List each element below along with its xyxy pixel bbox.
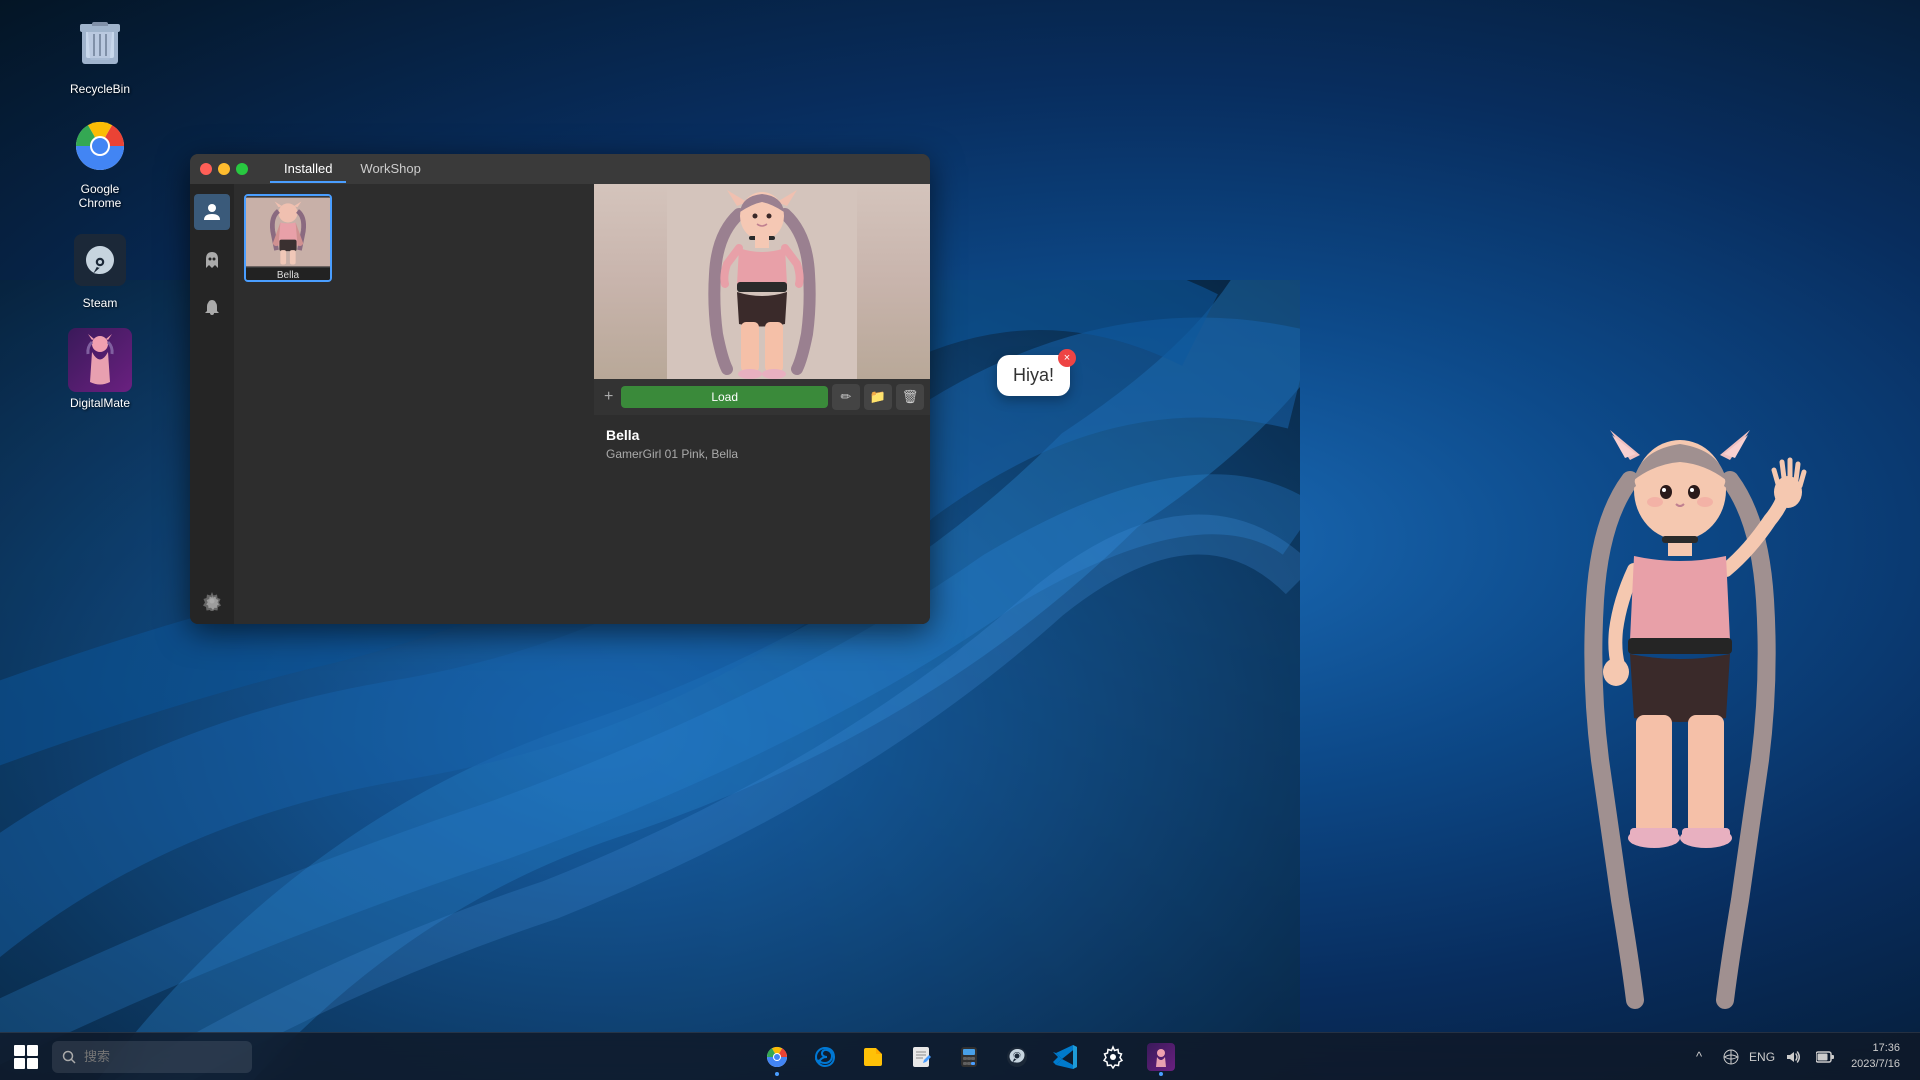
- volume-icon[interactable]: [1779, 1043, 1807, 1071]
- taskbar-app-files[interactable]: [851, 1035, 895, 1079]
- window-body: Bella: [190, 184, 930, 624]
- taskbar-time[interactable]: 17:36 2023/7/16: [1843, 1041, 1908, 1072]
- desktop-icon-recycle-bin[interactable]: RecycleBin: [60, 10, 140, 100]
- windows-logo: [14, 1045, 38, 1069]
- maximize-button[interactable]: [236, 163, 248, 175]
- chrome-icon: [68, 114, 132, 178]
- preview-character-subtitle: GamerGirl 01 Pink, Bella: [606, 447, 918, 461]
- window-titlebar: Installed WorkShop: [190, 154, 930, 184]
- desktop-icon-chrome[interactable]: Google Chrome: [60, 110, 140, 214]
- language-indicator[interactable]: ENG: [1749, 1050, 1775, 1064]
- steam-label: Steam: [83, 296, 118, 310]
- taskbar-app-digitalmate[interactable]: [1139, 1035, 1183, 1079]
- preview-bg: [594, 184, 930, 379]
- preview-panel: + Load ✏ 📁 🗑 Bella GamerGirl 01 Pink, Be…: [594, 184, 930, 624]
- close-button[interactable]: [200, 163, 212, 175]
- network-icon[interactable]: [1717, 1043, 1745, 1071]
- taskbar-search[interactable]: [52, 1041, 252, 1073]
- load-button[interactable]: Load: [621, 386, 828, 408]
- desktop-icon-steam[interactable]: Steam: [60, 224, 140, 314]
- add-button[interactable]: +: [600, 388, 617, 406]
- taskbar-app-chrome[interactable]: [755, 1035, 799, 1079]
- sidebar-icon-settings[interactable]: [194, 588, 230, 624]
- character-card-bella[interactable]: Bella: [244, 194, 332, 282]
- time-display: 17:36: [1872, 1041, 1900, 1056]
- app-window: Installed WorkShop: [190, 154, 930, 624]
- digitalmate-active-dot: [1159, 1072, 1163, 1076]
- delete-button[interactable]: 🗑: [896, 384, 924, 410]
- taskbar-app-calculator[interactable]: [947, 1035, 991, 1079]
- edit-button[interactable]: ✏: [832, 384, 860, 410]
- minimize-button[interactable]: [218, 163, 230, 175]
- digitalmate-icon: [68, 328, 132, 392]
- taskbar: ^ ENG: [0, 1032, 1920, 1080]
- taskbar-app-notepad[interactable]: [899, 1035, 943, 1079]
- desktop-icons: RecycleBin: [60, 10, 140, 414]
- recycle-bin-icon: [68, 14, 132, 78]
- taskbar-app-settings[interactable]: [1091, 1035, 1135, 1079]
- bella-thumbnail: [246, 196, 330, 268]
- search-input[interactable]: [84, 1049, 224, 1064]
- taskbar-app-edge[interactable]: [803, 1035, 847, 1079]
- close-icon: ×: [1064, 352, 1070, 364]
- character-grid: Bella: [234, 184, 594, 624]
- date-display: 2023/7/16: [1851, 1057, 1900, 1072]
- preview-image: [594, 184, 930, 379]
- chrome-active-dot: [775, 1072, 779, 1076]
- chrome-label: Google Chrome: [64, 182, 136, 210]
- taskbar-app-steam[interactable]: [995, 1035, 1039, 1079]
- preview-character-name: Bella: [606, 427, 918, 443]
- desktop: RecycleBin: [0, 0, 1920, 1080]
- desktop-character: [1540, 400, 1820, 1040]
- window-tabs: Installed WorkShop: [270, 156, 435, 183]
- window-sidebar: [190, 184, 234, 624]
- chat-bubble: Hiya! ×: [997, 355, 1070, 396]
- preview-controls: + Load ✏ 📁 🗑: [594, 379, 930, 415]
- sidebar-icon-profile[interactable]: [194, 194, 230, 230]
- taskbar-right: ^ ENG: [1685, 1041, 1920, 1072]
- folder-button[interactable]: 📁: [864, 384, 892, 410]
- recycle-bin-label: RecycleBin: [70, 82, 130, 96]
- taskbar-center: [252, 1035, 1685, 1079]
- digitalmate-label: DigitalMate: [70, 396, 130, 410]
- search-icon: [62, 1050, 76, 1064]
- tab-installed[interactable]: Installed: [270, 156, 346, 183]
- sidebar-icon-ghost[interactable]: [194, 242, 230, 278]
- preview-info: Bella GamerGirl 01 Pink, Bella: [594, 415, 930, 473]
- sidebar-icon-bell[interactable]: [194, 290, 230, 326]
- battery-icon[interactable]: [1811, 1043, 1839, 1071]
- chat-text: Hiya!: [1013, 365, 1054, 385]
- desktop-icon-digitalmate[interactable]: DigitalMate: [60, 324, 140, 414]
- window-content: Bella: [234, 184, 930, 624]
- taskbar-app-vscode[interactable]: [1043, 1035, 1087, 1079]
- show-hidden-icons[interactable]: ^: [1685, 1043, 1713, 1071]
- steam-icon: [68, 228, 132, 292]
- character-card-bella-label: Bella: [246, 268, 330, 282]
- start-button[interactable]: [4, 1035, 48, 1079]
- chat-close-button[interactable]: ×: [1058, 349, 1076, 367]
- tab-workshop[interactable]: WorkShop: [346, 156, 434, 183]
